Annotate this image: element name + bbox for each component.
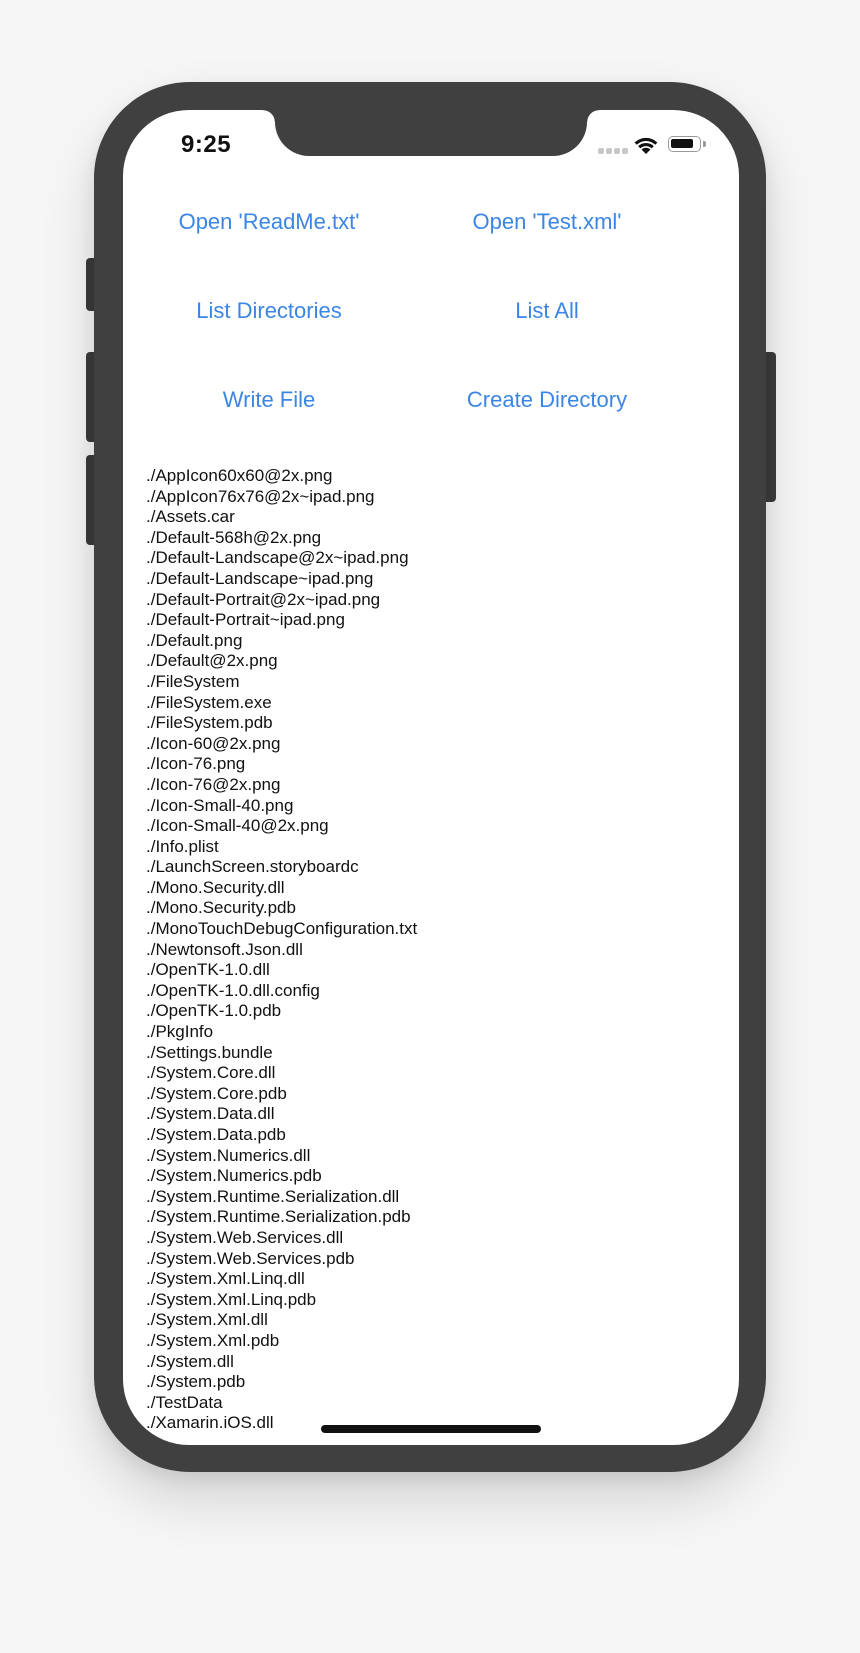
file-list-item: ./Mono.Security.pdb	[146, 898, 296, 918]
create-directory-button[interactable]: Create Directory	[422, 380, 672, 420]
file-list-item: ./AppIcon76x76@2x~ipad.png	[146, 486, 375, 506]
status-time: 9:25	[181, 131, 232, 158]
file-list-item: ./System.Xml.pdb	[146, 1330, 280, 1350]
file-list-item: ./OpenTK-1.0.pdb	[146, 1001, 282, 1021]
file-list-item: ./System.Data.dll	[146, 1104, 275, 1124]
file-list-item: ./Settings.bundle	[146, 1042, 273, 1062]
write-file-button[interactable]: Write File	[144, 380, 394, 420]
file-list-item: ./System.Web.Services.pdb	[146, 1248, 355, 1268]
wifi-icon	[633, 135, 659, 160]
file-list-item: ./System.Runtime.Serialization.dll	[146, 1186, 400, 1206]
file-list-item: ./Icon-Small-40.png	[146, 795, 294, 815]
file-list-item: ./System.Xml.Linq.dll	[146, 1269, 305, 1289]
notch	[263, 110, 599, 156]
file-list-item: ./System.Data.pdb	[146, 1125, 286, 1144]
home-indicator[interactable]	[321, 1425, 541, 1433]
file-list-item: ./System.Runtime.Serialization.pdb	[146, 1207, 411, 1227]
file-list-item: ./TestData	[146, 1392, 223, 1412]
file-list-item: ./Icon-76@2x.png	[146, 774, 281, 794]
file-list-item: ./Default-568h@2x.png	[146, 527, 322, 547]
file-list-item: ./Icon-Small-40@2x.png	[146, 816, 329, 836]
file-list-item: ./Default-Landscape@2x~ipad.png	[146, 548, 409, 568]
screen: 9:25 Open 'ReadMe.txt' Open 'Test.xml' L…	[123, 110, 739, 1445]
open-readme-button[interactable]: Open 'ReadMe.txt'	[144, 202, 394, 242]
file-list-item: ./System.Numerics.dll	[146, 1145, 311, 1165]
file-list-item: ./Newtonsoft.Json.dll	[146, 939, 303, 959]
file-list-item: ./Assets.car	[146, 507, 235, 527]
file-list-item: ./Default-Landscape~ipad.png	[146, 568, 374, 588]
file-list-item: ./PkgInfo	[146, 1022, 214, 1042]
file-list-item: ./Icon-76.png	[146, 754, 246, 774]
file-list-item: ./Default-Portrait~ipad.png	[146, 610, 345, 630]
file-list-item: ./System.Numerics.pdb	[146, 1166, 322, 1186]
battery-icon	[668, 136, 701, 152]
file-list-item: ./OpenTK-1.0.dll	[146, 960, 270, 980]
file-list-item: ./System.pdb	[146, 1372, 246, 1392]
file-list-item: ./AppIcon60x60@2x.png	[146, 466, 333, 485]
file-list-item: ./System.Core.dll	[146, 1063, 276, 1083]
battery-tip	[703, 141, 706, 147]
file-list-item: ./Default-Portrait@2x~ipad.png	[146, 589, 381, 609]
file-list-item: ./LaunchScreen.storyboardc	[146, 857, 359, 877]
list-directories-button[interactable]: List Directories	[144, 291, 394, 331]
file-list-item: ./System.Xml.Linq.pdb	[146, 1289, 317, 1309]
file-list-item: ./Icon-60@2x.png	[146, 733, 281, 753]
file-list-item: ./FileSystem.exe	[146, 692, 272, 712]
file-list-item: ./System.Web.Services.dll	[146, 1227, 344, 1247]
cellular-signal-icon	[598, 148, 628, 154]
file-list-item: ./System.Xml.dll	[146, 1310, 268, 1330]
file-list-item: ./Default.png	[146, 630, 243, 650]
file-list-item: ./System.dll	[146, 1351, 234, 1371]
file-list-item: ./FileSystem.pdb	[146, 713, 273, 733]
file-list: ./AppIcon60x60@2x.png ./AppIcon76x76@2x~i…	[146, 466, 706, 1434]
file-list-item: ./Default@2x.png	[146, 651, 278, 671]
file-list-item: ./Info.plist	[146, 836, 219, 856]
open-test-xml-button[interactable]: Open 'Test.xml'	[422, 202, 672, 242]
file-list-item: ./FileSystem	[146, 671, 240, 691]
file-list-item: ./OpenTK-1.0.dll.config	[146, 980, 320, 1000]
list-all-button[interactable]: List All	[422, 291, 672, 331]
file-list-item: ./Mono.Security.dll	[146, 877, 285, 897]
file-list-item: ./System.Core.pdb	[146, 1083, 287, 1103]
file-list-item: ./MonoTouchDebugConfiguration.txt	[146, 919, 418, 939]
